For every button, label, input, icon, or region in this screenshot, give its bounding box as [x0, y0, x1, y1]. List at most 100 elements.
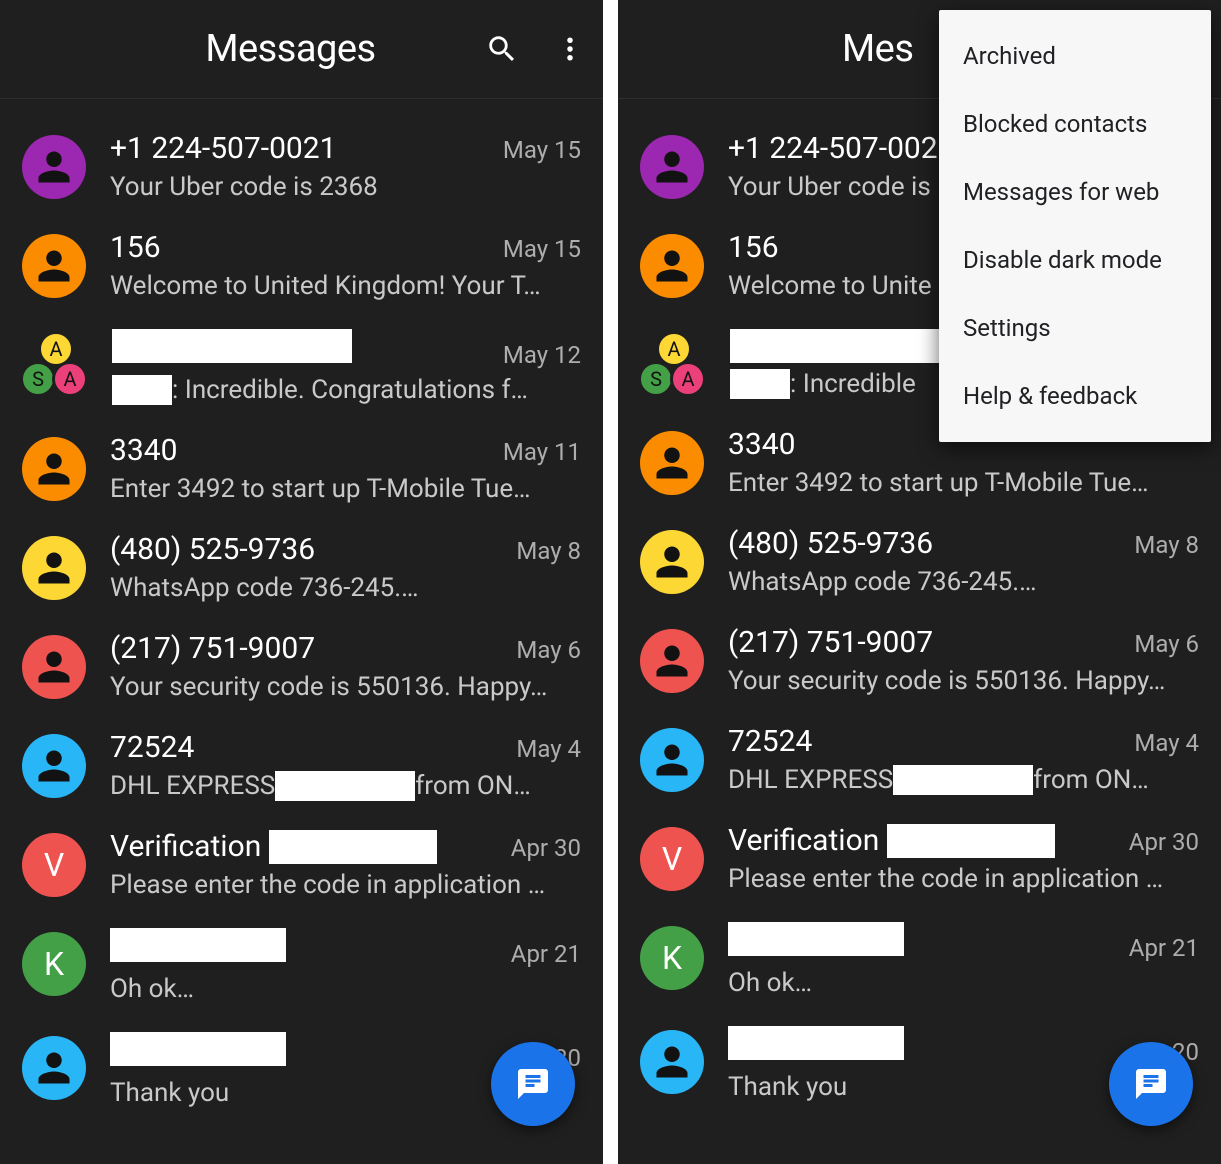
thread-header: (480) 525-9736May 8 — [110, 532, 581, 567]
thread-sender: Verification — [110, 829, 437, 864]
thread-preview: DHL EXPRESS from ON… — [110, 771, 581, 801]
avatar-group: ASA — [22, 333, 88, 397]
menu-item[interactable]: Blocked contacts — [939, 90, 1211, 158]
thread-content: 156 May 15 Welcome to United Kingdom! Your… — [110, 230, 581, 301]
preview-text: Your Uber code is — [728, 172, 931, 202]
thread-row[interactable]: ASA May 12 : Incredible. Congratulations f… — [0, 315, 603, 419]
thread-row[interactable]: +1 224-507-0021May 15Your Uber code is 2… — [0, 117, 603, 216]
thread-header: Apr 21 — [110, 928, 581, 968]
preview-text: from ON… — [415, 771, 531, 801]
thread-date: May 15 — [495, 235, 581, 263]
preview-text: Please enter the code in application … — [728, 864, 1163, 894]
mini-avatar: A — [52, 361, 88, 397]
thread-row[interactable]: KApr 21Oh ok… — [618, 908, 1221, 1012]
thread-sender: (480) 525-9736 — [110, 532, 315, 567]
new-message-fab[interactable] — [1109, 1042, 1193, 1126]
menu-item[interactable]: Disable dark mode — [939, 226, 1211, 294]
redacted-block — [110, 928, 286, 962]
thread-date: May 8 — [1126, 531, 1199, 559]
thread-sender — [728, 1026, 904, 1060]
thread-sender: +1 224-507-0021 — [110, 131, 337, 166]
thread-row[interactable]: 72524May 4 DHL EXPRESS from ON… — [0, 716, 603, 815]
thread-sender: 156 — [110, 230, 161, 265]
thread-sender: Verification — [728, 823, 1055, 858]
mini-avatar: A — [670, 361, 706, 397]
thread-date: May 6 — [1126, 630, 1199, 658]
thread-row[interactable]: 3340May 11Enter 3492 to start up T-Mobil… — [0, 419, 603, 518]
thread-preview: Please enter the code in application … — [728, 864, 1199, 894]
preview-text: Welcome to United Kingdom! Your T… — [110, 271, 541, 301]
thread-content: 3340May 11Enter 3492 to start up T-Mobil… — [110, 433, 581, 504]
menu-item[interactable]: Messages for web — [939, 158, 1211, 226]
search-icon[interactable] — [485, 32, 519, 66]
preview-text: DHL EXPRESS — [110, 771, 275, 801]
thread-preview: Your security code is 550136. Happy… — [110, 672, 581, 702]
preview-text: Welcome to Unite — [728, 271, 932, 301]
new-message-fab[interactable] — [491, 1042, 575, 1126]
redacted-block — [269, 830, 437, 864]
thread-header: Apr 21 — [728, 922, 1199, 962]
thread-sender — [110, 1032, 286, 1066]
avatar-person — [22, 135, 86, 199]
more-vert-icon[interactable] — [555, 34, 585, 64]
thread-sender: 3340 — [110, 433, 177, 468]
thread-content: 72524May 4 DHL EXPRESS from ON… — [110, 730, 581, 801]
thread-row[interactable]: K Apr 21 Oh ok… — [0, 914, 603, 1018]
thread-content: (480) 525-9736May 8 WhatsApp code 736-245… — [110, 532, 581, 603]
phone-left: Messages+1 224-507-0021May 15Your Uber c… — [0, 0, 603, 1164]
avatar-person — [640, 728, 704, 792]
thread-row[interactable]: VVerificationApr 30Please enter the code… — [618, 809, 1221, 908]
thread-header: 72524May 4 — [728, 724, 1199, 759]
thread-preview: Oh ok… — [110, 974, 581, 1004]
avatar-letter: K — [22, 932, 86, 996]
thread-date: May 12 — [495, 341, 581, 369]
redacted-block — [728, 922, 904, 956]
thread-date: Apr 21 — [1121, 934, 1199, 962]
avatar-person — [22, 734, 86, 798]
thread-row[interactable]: (217) 751-9007May 6Your security code is… — [0, 617, 603, 716]
preview-text: Thank you — [728, 1072, 847, 1102]
avatar-person — [22, 1036, 86, 1100]
thread-row[interactable]: VVerificationApr 30Please enter the code… — [0, 815, 603, 914]
preview-text: DHL EXPRESS — [728, 765, 893, 795]
thread-date: May 11 — [495, 438, 581, 466]
avatar-person — [640, 629, 704, 693]
thread-header: 3340 May 11 — [110, 433, 581, 468]
avatar-person — [640, 1030, 704, 1094]
thread-header: 72524May 4 — [110, 730, 581, 765]
thread-preview: WhatsApp code 736-245.… — [110, 573, 581, 603]
phone-right: Mes+1 224-507-0021Your Uber code is156We… — [618, 0, 1221, 1164]
menu-item[interactable]: Archived — [939, 22, 1211, 90]
thread-row[interactable]: (480) 525-9736May 8 WhatsApp code 736-245… — [0, 518, 603, 617]
overflow-menu: ArchivedBlocked contactsMessages for web… — [939, 10, 1211, 442]
redacted-block — [730, 369, 790, 399]
thread-row[interactable]: (217) 751-9007May 6Your security code is… — [618, 611, 1221, 710]
avatar-person — [640, 431, 704, 495]
thread-preview: DHL EXPRESS from ON… — [728, 765, 1199, 795]
avatar-person — [22, 234, 86, 298]
menu-item[interactable]: Help & feedback — [939, 362, 1211, 430]
preview-text: WhatsApp code 736-245.… — [110, 573, 419, 603]
menu-item[interactable]: Settings — [939, 294, 1211, 362]
redacted-block — [893, 765, 1033, 795]
thread-row[interactable]: 72524May 4 DHL EXPRESS from ON… — [618, 710, 1221, 809]
redacted-block — [275, 771, 415, 801]
topbar: Messages — [0, 0, 603, 99]
thread-header: (480) 525-9736May 8 — [728, 526, 1199, 561]
thread-preview: Enter 3492 to start up T-Mobile Tue… — [728, 468, 1199, 498]
redacted-block — [110, 1032, 286, 1066]
redacted-block — [730, 329, 970, 363]
preview-text: Your security code is 550136. Happy… — [110, 672, 547, 702]
avatar-letter: V — [22, 833, 86, 897]
thread-row[interactable]: 156 May 15 Welcome to United Kingdom! Your… — [0, 216, 603, 315]
thread-row[interactable]: (480) 525-9736May 8WhatsApp code 736-245… — [618, 512, 1221, 611]
thread-content: Apr 21 Oh ok… — [110, 928, 581, 1004]
avatar-person — [640, 234, 704, 298]
gap — [603, 0, 618, 1164]
thread-preview: : Incredible. Congratulations f… — [112, 375, 581, 405]
thread-date: Apr 21 — [503, 940, 581, 968]
thread-header: VerificationApr 30 — [110, 829, 581, 864]
preview-text: Your Uber code is 2368 — [110, 172, 378, 202]
thread-content: +1 224-507-0021May 15Your Uber code is 2… — [110, 131, 581, 202]
preview-text: : Incredible — [790, 369, 916, 399]
